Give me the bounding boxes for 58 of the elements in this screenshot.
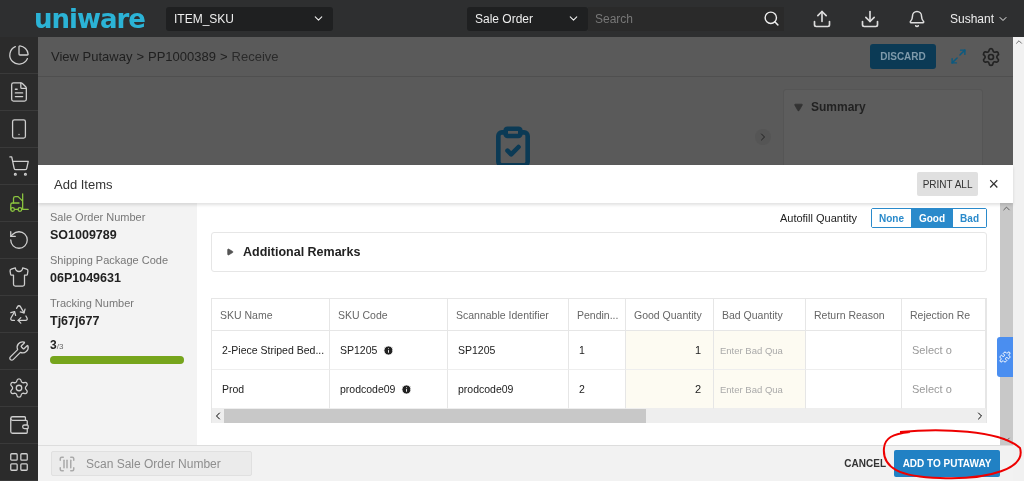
column-header: Scannable Identifier bbox=[448, 299, 569, 331]
upload-icon[interactable] bbox=[812, 8, 832, 29]
field-value: 06P1049631 bbox=[50, 271, 122, 285]
triangle-right-icon[interactable] bbox=[226, 248, 234, 256]
breadcrumb-item[interactable]: PP1000389 bbox=[148, 49, 216, 64]
column-header: Return Reason bbox=[806, 299, 902, 331]
table-cell: Prod bbox=[222, 383, 245, 395]
autofill-option[interactable]: Good bbox=[911, 209, 953, 227]
table-cell: SP1205 bbox=[340, 344, 378, 356]
search-field[interactable]: Search bbox=[588, 6, 784, 31]
scroll-up-icon[interactable] bbox=[1013, 37, 1024, 47]
field-label: Sale Order Number bbox=[50, 211, 147, 223]
rejection-reason-select[interactable]: Select o bbox=[902, 331, 986, 370]
column-header: SKU Code bbox=[330, 299, 448, 331]
table-cell: 1 bbox=[579, 344, 585, 356]
table-cell: prodcode09 bbox=[458, 383, 514, 395]
field-label: Shipping Package Code bbox=[50, 254, 170, 266]
close-button[interactable]: × bbox=[986, 173, 1001, 195]
add-to-putaway-button[interactable]: ADD TO PUTAWAY bbox=[894, 450, 1000, 477]
table-cell: 2-Piece Striped Bed... bbox=[222, 344, 325, 356]
table-cell: 2 bbox=[579, 383, 585, 395]
download-icon[interactable] bbox=[860, 8, 880, 29]
field-value: Tj67j677 bbox=[50, 314, 101, 328]
horizontal-scrollbar[interactable] bbox=[212, 409, 986, 423]
field-value: SO1009789 bbox=[50, 228, 118, 242]
autofill-option[interactable]: Bad bbox=[952, 209, 986, 227]
search-icon[interactable] bbox=[763, 10, 780, 27]
column-header: Pendin... bbox=[569, 299, 626, 331]
progress-count: 3 bbox=[50, 338, 57, 352]
print-all-button[interactable]: PRINT ALL bbox=[916, 172, 979, 196]
table-cell: SP1205 bbox=[458, 344, 496, 356]
page-scrollbar[interactable] bbox=[1013, 37, 1024, 481]
additional-remarks-panel[interactable]: Additional Remarks bbox=[211, 232, 987, 272]
discard-button[interactable]: DISCARD bbox=[870, 44, 936, 69]
breadcrumb-separator: > bbox=[136, 49, 144, 64]
dialog-title: Add Items bbox=[54, 176, 113, 192]
breadcrumb-item[interactable]: View Putaway bbox=[51, 49, 133, 64]
progress-total: /3 bbox=[56, 342, 64, 351]
user-menu[interactable]: Sushant bbox=[950, 11, 1010, 26]
field-label: Tracking Number bbox=[50, 297, 135, 309]
good-quantity-field[interactable]: 2 bbox=[626, 370, 713, 408]
info-icon[interactable] bbox=[401, 383, 413, 395]
barcode-icon bbox=[58, 454, 76, 473]
info-icon[interactable] bbox=[383, 344, 395, 356]
logo: uniware bbox=[34, 3, 146, 34]
search-type-select[interactable]: Sale Order bbox=[467, 6, 588, 31]
bell-icon[interactable] bbox=[908, 9, 926, 28]
bad-quantity-field[interactable]: Enter Bad Qua bbox=[714, 331, 805, 369]
autofill-label: Autofill Quantity bbox=[779, 212, 857, 224]
breadcrumb-separator: > bbox=[219, 49, 228, 64]
sku-select[interactable]: ITEM_SKU bbox=[166, 6, 333, 31]
column-header: Rejection Re bbox=[902, 299, 986, 331]
bad-quantity-field[interactable]: Enter Bad Qua bbox=[714, 370, 805, 408]
summary-title: Summary bbox=[811, 100, 866, 114]
table-cell: prodcode09 bbox=[340, 383, 396, 395]
good-quantity-field[interactable]: 1 bbox=[626, 331, 713, 369]
column-header: SKU Name bbox=[212, 299, 330, 331]
cancel-button[interactable]: CANCEL bbox=[838, 457, 892, 470]
